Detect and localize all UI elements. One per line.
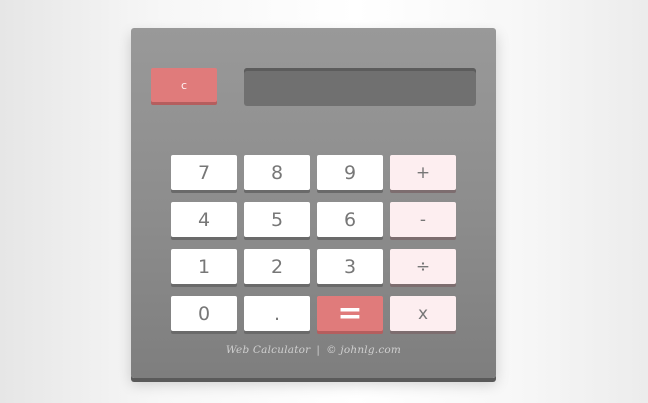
- key-subtract[interactable]: -: [390, 202, 456, 237]
- key-7[interactable]: 7: [171, 155, 237, 190]
- key-9[interactable]: 9: [317, 155, 383, 190]
- key-0[interactable]: 0: [171, 296, 237, 331]
- footer-separator: |: [316, 344, 321, 356]
- key-2[interactable]: 2: [244, 249, 310, 284]
- key-add[interactable]: +: [390, 155, 456, 190]
- key-5[interactable]: 5: [244, 202, 310, 237]
- key-4[interactable]: 4: [171, 202, 237, 237]
- calculator: c 7 8 9 + 4 5 6 - 1 2 3 ÷ 0 . = x Web Ca…: [131, 28, 496, 378]
- calculator-display: [244, 68, 476, 106]
- key-6[interactable]: 6: [317, 202, 383, 237]
- footer-title: Web Calculator: [225, 344, 311, 356]
- keypad: 7 8 9 + 4 5 6 - 1 2 3 ÷ 0 . = x: [171, 155, 456, 331]
- key-decimal[interactable]: .: [244, 296, 310, 331]
- key-1[interactable]: 1: [171, 249, 237, 284]
- key-3[interactable]: 3: [317, 249, 383, 284]
- key-8[interactable]: 8: [244, 155, 310, 190]
- clear-button[interactable]: c: [151, 68, 217, 102]
- footer-credit: Web Calculator | © johnlg.com: [131, 344, 496, 356]
- footer-credit-link[interactable]: © johnlg.com: [326, 344, 401, 356]
- key-equals[interactable]: =: [317, 296, 383, 331]
- key-multiply[interactable]: x: [390, 296, 456, 331]
- key-divide[interactable]: ÷: [390, 249, 456, 284]
